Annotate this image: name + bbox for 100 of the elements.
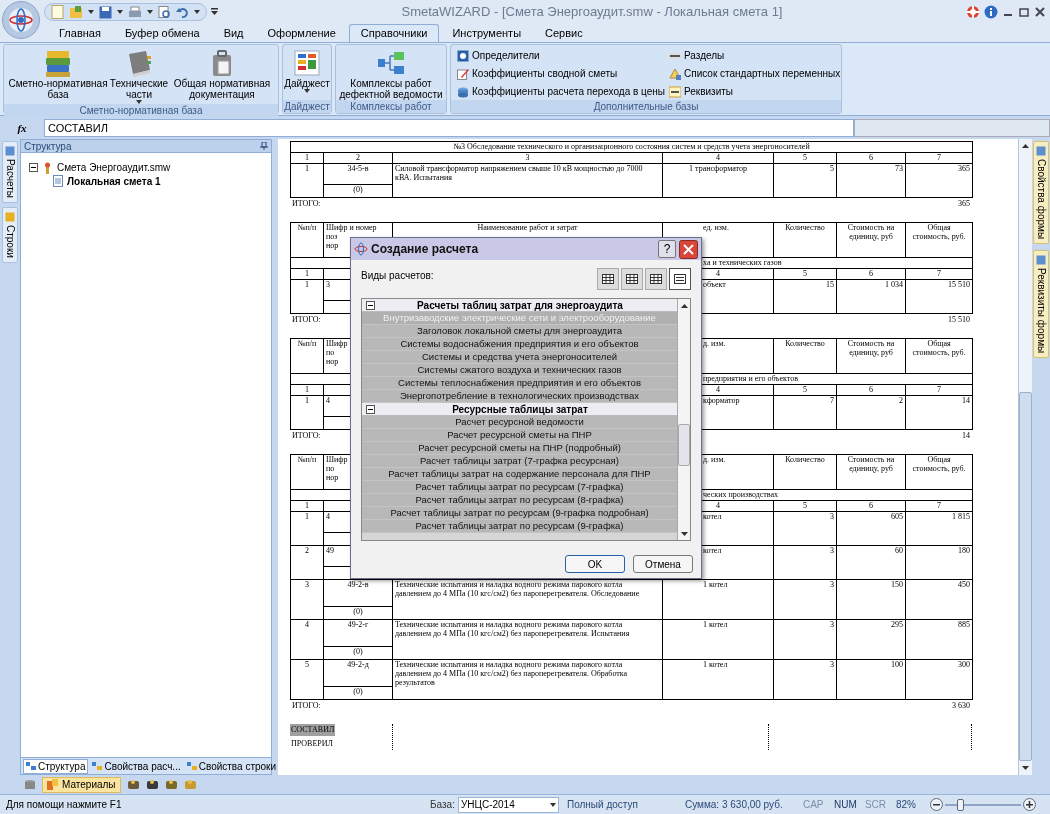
zoom-slider[interactable] <box>944 798 1021 811</box>
ribbon-button[interactable]: Коэффициенты расчета перехода в цены <box>457 84 665 99</box>
view-button[interactable] <box>669 268 691 290</box>
formula-field[interactable]: СОСТАВИЛ <box>44 119 854 137</box>
ribbon-tab[interactable]: Сервис <box>534 24 594 42</box>
table-cell: 49-2-г <box>347 620 369 629</box>
customize-icon[interactable] <box>211 8 218 16</box>
column-number: 7 <box>937 385 941 394</box>
collapse-icon[interactable] <box>366 404 375 414</box>
scrollbar-thumb[interactable] <box>1019 392 1032 762</box>
table-cell: 14 <box>962 396 970 405</box>
ribbon-button[interactable]: Технические части <box>110 48 168 104</box>
list-item[interactable]: Расчет таблицы затрат по ресурсам (9-графка) <box>362 520 677 533</box>
panel-tab[interactable]: Структура <box>23 758 89 774</box>
preview-icon[interactable] <box>158 5 171 19</box>
side-tab[interactable]: Свойства формы <box>1033 141 1049 245</box>
list-item[interactable]: Расчет таблицы затрат по ресурсам (7-графка) <box>362 481 677 494</box>
list-item[interactable]: Расчет таблицы затрат по ресурсам (9-графка подробная) <box>362 507 677 520</box>
total-label: ИТОГО: <box>292 198 321 210</box>
view-button[interactable] <box>621 268 643 290</box>
scrollbar-thumb[interactable] <box>678 424 690 466</box>
ribbon-tab[interactable]: Вид <box>212 24 255 42</box>
list-item[interactable]: Расчет таблицы затрат (7-графка ресурсная) <box>362 455 677 468</box>
ribbon-tab[interactable]: Главная <box>48 24 112 42</box>
document-icon <box>53 175 63 187</box>
table-cell: 3 <box>326 280 330 289</box>
help-button[interactable]: ? <box>658 240 676 258</box>
ribbon-button[interactable]: Определители <box>457 48 540 63</box>
ribbon-tab[interactable]: Оформление <box>256 24 347 42</box>
column-number: 4 <box>716 501 720 510</box>
list-item[interactable]: Системы и средства учета энергоносителей <box>362 351 677 364</box>
side-tab[interactable]: Реквизиты формы <box>1033 250 1049 359</box>
close-icon[interactable] <box>1034 6 1046 18</box>
hierarchy-icon <box>26 761 36 771</box>
table-cell: (0) <box>353 607 363 616</box>
total-label: ИТОГО: <box>292 430 321 442</box>
section-title: ха и технических газов <box>703 258 782 267</box>
vertical-scrollbar[interactable] <box>1018 139 1032 775</box>
total-label: ИТОГО: <box>292 700 321 712</box>
list-item[interactable]: Расчет ресурсной ведомости <box>362 416 677 429</box>
lifebuoy-icon[interactable] <box>966 5 980 19</box>
total-value: 365 <box>958 198 970 210</box>
signature-label[interactable]: СОСТАВИЛ <box>290 724 336 736</box>
save-icon[interactable] <box>99 5 112 19</box>
list-item[interactable]: Заголовок локальной сметы для энергоаудита <box>362 325 677 338</box>
info-icon[interactable] <box>984 5 998 19</box>
dialog-title: Создание расчета <box>371 241 480 258</box>
signature-label[interactable]: ПРОВЕРИЛ <box>290 738 334 750</box>
table-cell: 4 <box>326 396 330 405</box>
table-cell: 1 815 <box>952 512 970 521</box>
view-button[interactable] <box>645 268 667 290</box>
list-item[interactable]: Расчет ресурсной сметы на ПНР (подробный) <box>362 442 677 455</box>
list-item[interactable]: Энергопотребление в технологических производствах <box>362 390 677 403</box>
view-button[interactable] <box>597 268 619 290</box>
ribbon-button[interactable]: Комплексы работ дефектной ведомости <box>338 48 444 100</box>
base-dropdown[interactable]: УНЦС-2014 <box>457 796 559 813</box>
ribbon-button[interactable]: Разделы <box>669 48 725 63</box>
panel-tab[interactable]: Свойства расч... <box>90 758 183 774</box>
tree-item[interactable]: Локальная смета 1 <box>67 173 161 189</box>
ribbon-button[interactable]: Список стандартных переменных <box>669 66 841 81</box>
undo-icon[interactable] <box>176 5 189 19</box>
ribbon-tab[interactable]: Справочники <box>348 24 440 42</box>
ribbon-button[interactable]: Сметно-нормативная база <box>6 48 110 100</box>
list-item[interactable]: Расчет таблицы затрат по ресурсам (8-графка) <box>362 494 677 507</box>
ribbon-tab[interactable]: Буфер обмена <box>113 24 211 42</box>
side-tab[interactable]: Строки <box>2 207 18 263</box>
list-item[interactable]: Расчет ресурсной сметы на ПНР <box>362 429 677 442</box>
ok-button[interactable]: OK <box>565 555 625 573</box>
table-cell: 2 <box>899 396 903 405</box>
materials-button[interactable]: Материалы <box>42 776 121 793</box>
list-item[interactable]: Расчет таблицы затрат на содержание персонала для ПНР <box>362 468 677 481</box>
ribbon-button[interactable]: Коэффициенты сводной сметы <box>457 66 618 81</box>
panel-tab[interactable]: Свойства строки <box>184 758 279 774</box>
ribbon-button[interactable]: Реквизиты <box>669 84 733 99</box>
zoom-in-icon[interactable] <box>1022 798 1036 811</box>
side-tab[interactable]: Расчеты <box>2 141 18 203</box>
table-cell: 7 <box>830 396 834 405</box>
collapse-icon[interactable] <box>366 300 375 310</box>
sum-status: Сумма: 3 630,00 руб. <box>684 798 784 812</box>
close-icon[interactable] <box>679 239 698 259</box>
ribbon-tab[interactable]: Инструменты <box>441 24 533 42</box>
table-cell: 49-2-д <box>347 660 369 669</box>
ribbon-button[interactable]: Дайджест <box>284 48 330 93</box>
list-item[interactable]: Системы водоснабжения предприятия и его объектов <box>362 338 677 351</box>
cancel-button[interactable]: Отмена <box>633 555 693 573</box>
group-header: Ресурсные таблицы затрат <box>451 402 589 417</box>
table-cell: 3 <box>830 512 834 521</box>
ribbon-button[interactable]: Общая нормативная документация <box>168 48 276 100</box>
pin-icon[interactable] <box>260 142 268 150</box>
printer-icon[interactable] <box>128 5 142 19</box>
access-status: Полный доступ <box>566 798 639 812</box>
list-scrollbar[interactable] <box>677 299 690 540</box>
collapse-icon[interactable] <box>29 163 38 172</box>
column-header: д. изм. <box>703 339 726 348</box>
restore-icon[interactable] <box>1018 6 1030 18</box>
zoom-out-icon[interactable] <box>929 798 943 811</box>
column-number: 4 <box>716 385 720 394</box>
tree-item[interactable]: Смета Энергоаудит.smw <box>57 160 171 175</box>
list-item[interactable]: Системы сжатого воздуха и технических газов <box>362 364 677 377</box>
list-item[interactable]: Системы теплоснабжения предприятия и его объектов <box>362 377 677 390</box>
